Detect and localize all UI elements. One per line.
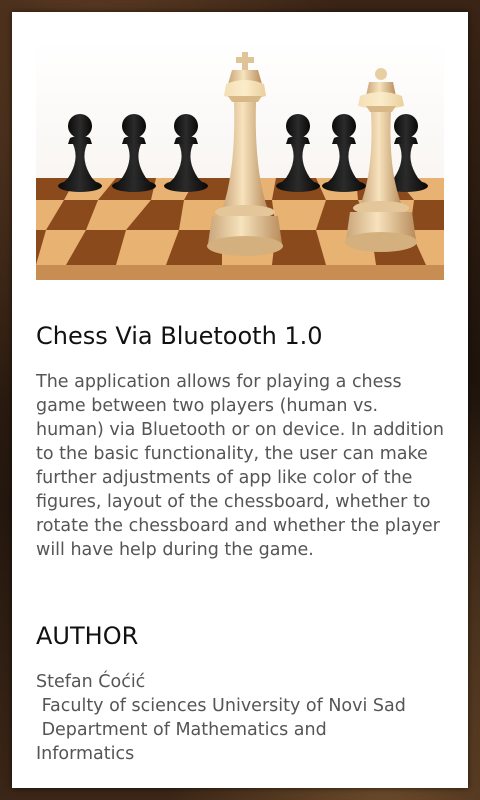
author-heading: AUTHOR [36,622,139,650]
author-name: Stefan Ćoćić [36,672,146,692]
author-info: Stefan Ćoćić Faculty of sciences Univers… [36,670,446,766]
app-description: The application allows for playing a che… [36,372,445,560]
author-faculty: Faculty of sciences University of Novi S… [36,696,406,716]
chess-pieces-image [36,40,444,280]
author-department-cont: Informatics [36,744,135,764]
app-title: Chess Via Bluetooth 1.0 [36,322,323,350]
about-dialog: Chess Via Bluetooth 1.0 The application … [12,12,468,788]
author-department: Department of Mathematics and [36,720,327,740]
